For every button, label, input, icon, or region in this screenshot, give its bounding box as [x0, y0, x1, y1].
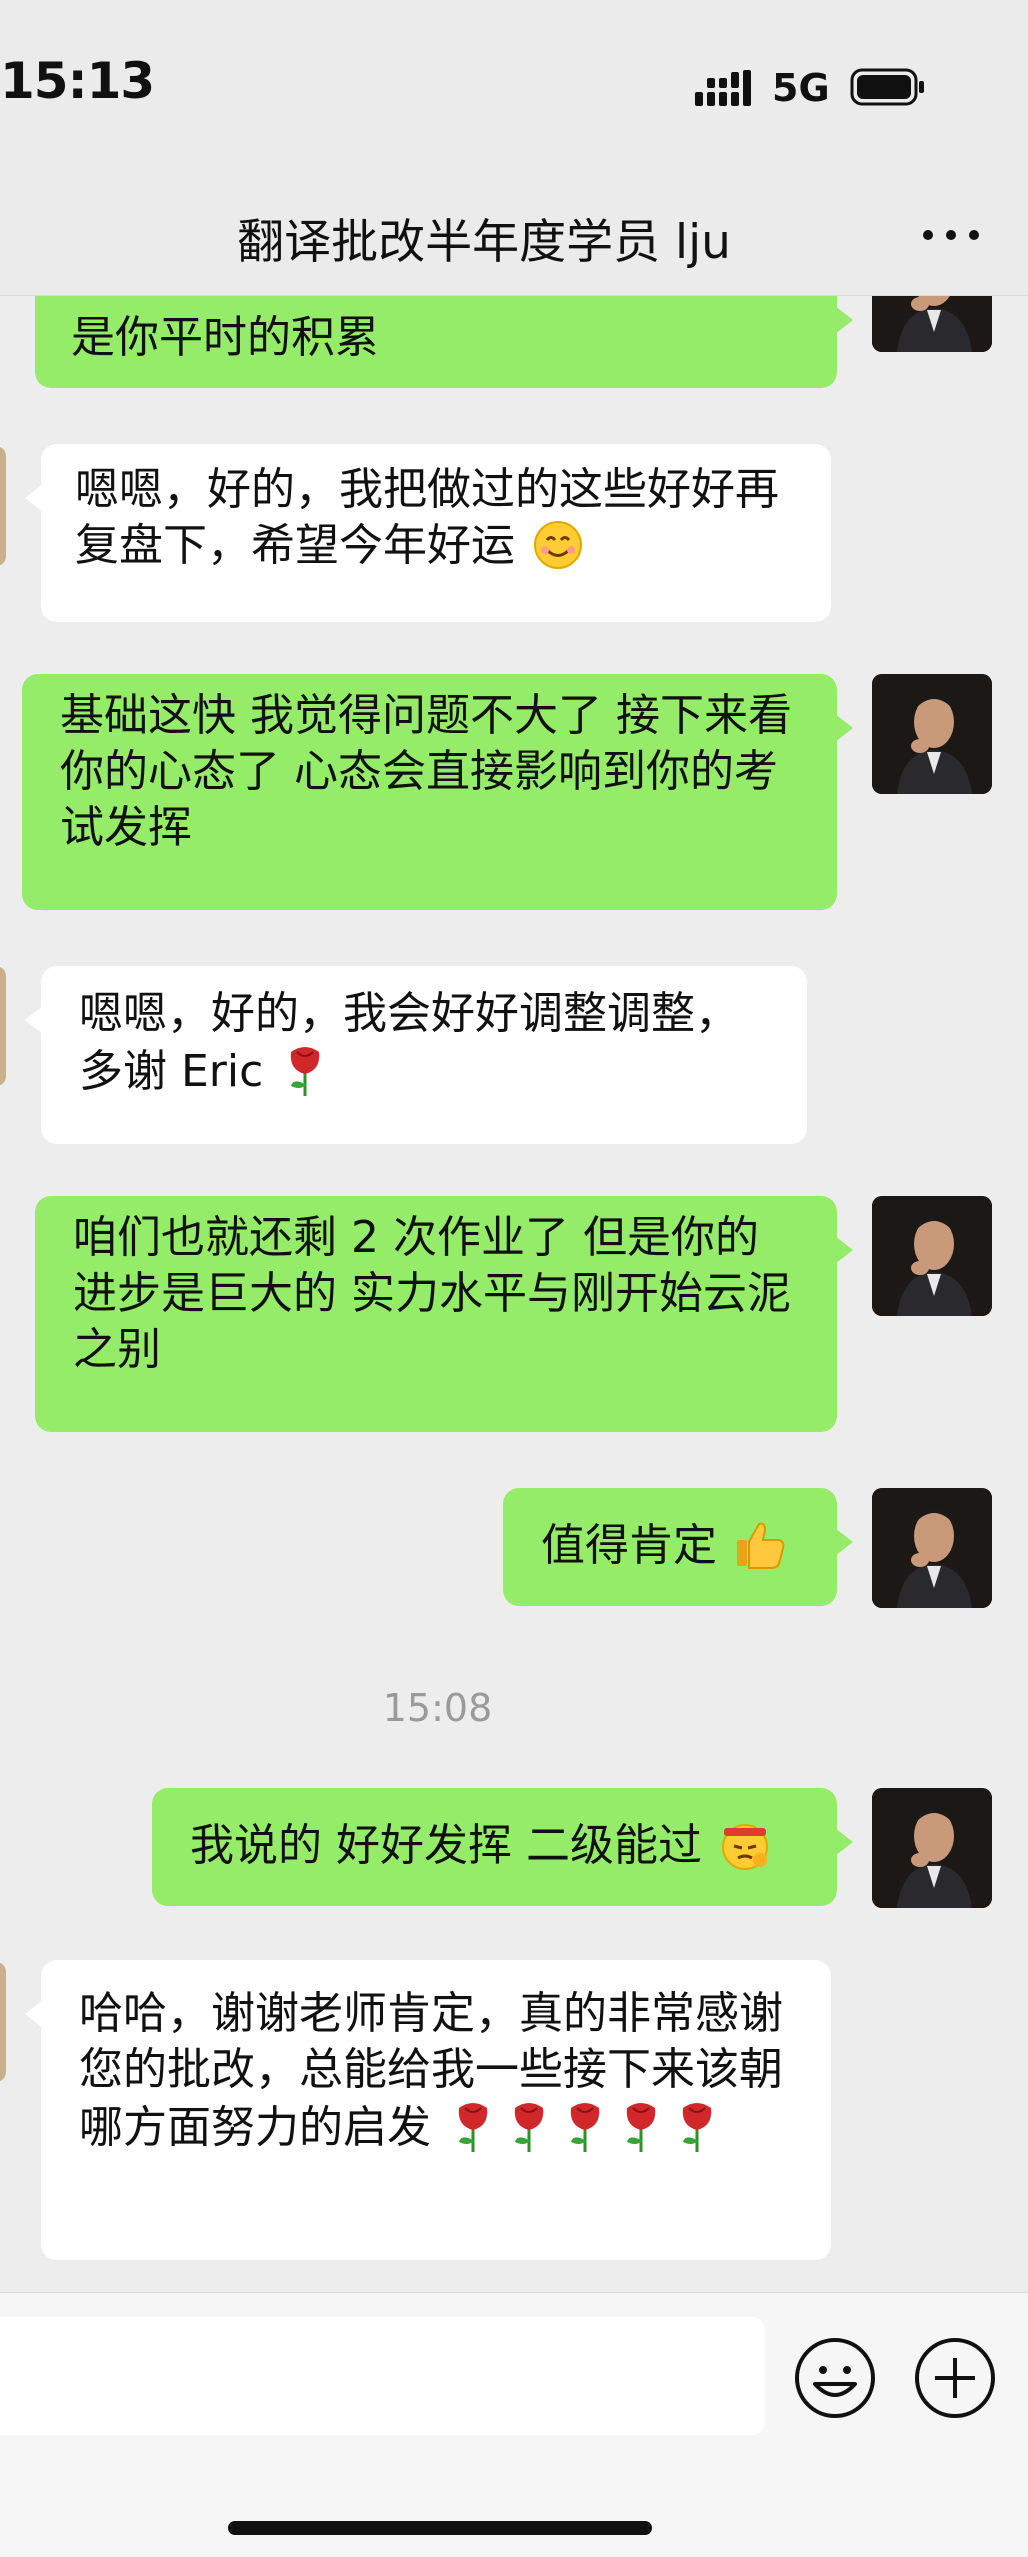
network-type: 5G [772, 66, 830, 110]
message-text: 咱们也就还剩 2 次作业了 但是你的进步是巨大的 实力水平与刚开始云泥之别 [73, 1212, 791, 1375]
rose-emoji [626, 2103, 656, 2152]
status-time: 15:13 [0, 52, 155, 110]
chat-title: 翻译批改半年度学员 lju [237, 215, 731, 270]
message-sent[interactable]: 值得肯定 [503, 1488, 853, 1606]
signal-icon [695, 70, 751, 106]
message-text: 基础这快 我觉得问题不大了 接下来看你的心态了 心态会直接影响到你的考试发挥 [60, 690, 792, 853]
message-text: 我说的 好好发挥 二级能过 [190, 1820, 702, 1871]
rose-emoji-group [445, 2102, 725, 2153]
avatar-other[interactable] [0, 1962, 6, 2082]
chat-messages[interactable]: 是你平时的积累 嗯嗯，好的，我把做过的这些好好再复盘下，希望今年好运 基础这快 … [0, 296, 1028, 2292]
thumbs-up-emoji [737, 1522, 785, 1569]
message-received[interactable]: 嗯嗯，好的，我会好好调整调整，多谢 Eric [25, 966, 807, 1144]
status-bar: 15:13 5G [0, 0, 1028, 175]
avatar-self[interactable] [872, 1788, 992, 1908]
message-text: 嗯嗯，好的，我会好好调整调整，多谢 Eric [79, 988, 739, 1097]
avatar-other[interactable] [0, 446, 6, 566]
rose-emoji [291, 1047, 320, 1096]
message-sent[interactable]: 咱们也就还剩 2 次作业了 但是你的进步是巨大的 实力水平与刚开始云泥之别 [35, 1196, 853, 1432]
more-icon[interactable] [916, 215, 986, 255]
chat-header: 翻译批改半年度学员 lju [0, 175, 1028, 296]
message-text: 嗯嗯，好的，我把做过的这些好好再复盘下，希望今年好运 [75, 464, 779, 571]
avatar-self[interactable] [872, 674, 992, 794]
smiling-face-emoji [534, 521, 582, 569]
plus-button-icon[interactable] [913, 2336, 997, 2420]
message-sent[interactable]: 是你平时的积累 [35, 296, 853, 388]
message-input[interactable] [0, 2317, 765, 2435]
avatar-self[interactable] [872, 296, 992, 352]
avatar-self[interactable] [872, 1488, 992, 1608]
input-bar [0, 2292, 1028, 2557]
rose-emoji [682, 2103, 712, 2152]
rose-emoji [514, 2103, 544, 2152]
message-received[interactable]: 哈哈，谢谢老师肯定，真的非常感谢您的批改，总能给我一些接下来该朝哪方面努力的启发 [25, 1960, 831, 2260]
message-sent[interactable]: 基础这快 我觉得问题不大了 接下来看你的心态了 心态会直接影响到你的考试发挥 [22, 674, 853, 910]
rose-emoji [458, 2103, 488, 2152]
determined-face-emoji [721, 1824, 768, 1870]
message-text: 值得肯定 [541, 1520, 717, 1571]
avatar-other[interactable] [0, 966, 6, 1086]
message-sent[interactable]: 我说的 好好发挥 二级能过 [152, 1788, 853, 1906]
home-indicator[interactable] [228, 2521, 652, 2535]
message-text: 是你平时的积累 [71, 312, 379, 363]
rose-emoji [570, 2103, 600, 2152]
message-received[interactable]: 嗯嗯，好的，我把做过的这些好好再复盘下，希望今年好运 [25, 444, 831, 622]
emoji-button-icon[interactable] [793, 2336, 877, 2420]
battery-icon [850, 68, 924, 106]
message-timestamp: 15:08 [382, 1686, 493, 1730]
avatar-self[interactable] [872, 1196, 992, 1316]
